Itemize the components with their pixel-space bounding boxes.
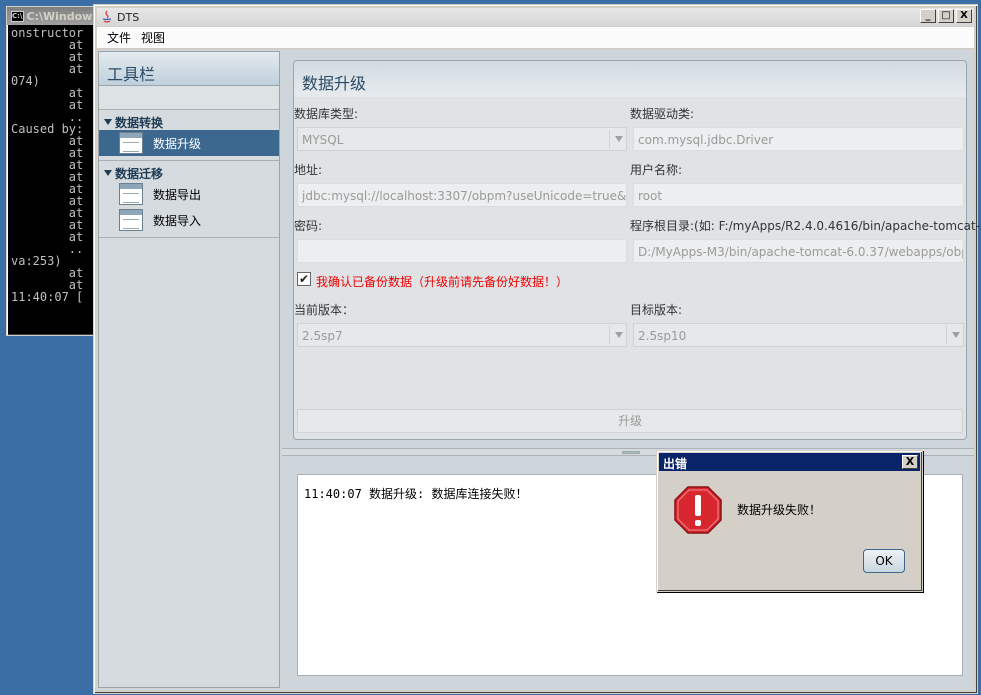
db-type-label: 数据库类型: xyxy=(294,107,359,121)
backup-label[interactable]: 我确认已备份数据（升级前请先备份好数据！） xyxy=(316,273,568,290)
table-icon xyxy=(119,183,143,205)
error-icon xyxy=(674,486,722,534)
address-field[interactable]: jdbc:mysql://localhost:3307/obpm?useUnic… xyxy=(297,183,627,207)
main-content: 工具栏 数据转换 数据升级 数据迁移 数据导出 数据导入 数据升级 数据库类型:… xyxy=(97,50,981,690)
sidebar-item-data-export[interactable]: 数据导出 xyxy=(99,181,279,207)
root-dir-field[interactable]: D:/MyApps-M3/bin/apache-tomcat-6.0.37/we… xyxy=(633,239,964,263)
java-icon xyxy=(102,10,112,23)
group-data-conversion: 数据转换 数据升级 xyxy=(99,114,279,161)
sidebar-item-label: 数据导入 xyxy=(153,213,202,228)
ok-button[interactable]: OK xyxy=(863,549,905,573)
error-dialog: 出错 X 数据升级失败！ OK xyxy=(656,450,923,592)
password-field[interactable] xyxy=(297,239,627,263)
console-output: onstructor at at at 074) at at .. Caused b… xyxy=(7,25,101,331)
db-type-select[interactable]: MYSQL xyxy=(297,127,627,151)
db-type-value: MYSQL xyxy=(302,133,344,147)
group-data-migration: 数据迁移 数据导出 数据导入 xyxy=(99,165,279,238)
dialog-close-button[interactable]: X xyxy=(902,455,918,469)
sidebar: 工具栏 数据转换 数据升级 数据迁移 数据导出 数据导入 xyxy=(98,51,280,688)
sidebar-header: 工具栏 xyxy=(99,52,279,86)
current-version-label: 当前版本： xyxy=(294,303,355,317)
target-version-label: 目标版本: xyxy=(630,303,683,317)
minimize-button[interactable]: _ xyxy=(920,9,936,23)
root-dir-label: 程序根目录:(如: F:/myApps/R2.4.0.4616/bin/apac… xyxy=(630,219,981,233)
chevron-down-icon xyxy=(615,136,623,142)
driver-label: 数据驱动类: xyxy=(630,107,695,121)
group-header-conversion[interactable]: 数据转换 xyxy=(99,114,279,130)
password-label: 密码: xyxy=(294,219,323,233)
group-label: 数据迁移 xyxy=(115,166,164,181)
menu-file[interactable]: 文件 xyxy=(107,29,131,46)
combo-separator xyxy=(946,326,947,344)
dialog-title: 出错 xyxy=(663,457,688,471)
window-titlebar[interactable]: DTS _ □ X xyxy=(97,8,974,26)
splitter-grip-icon[interactable] xyxy=(622,451,640,454)
current-version-value: 2.5sp7 xyxy=(302,329,343,343)
collapse-triangle-icon xyxy=(104,170,112,176)
window-title: DTS xyxy=(117,10,140,24)
sidebar-spacer xyxy=(99,86,279,110)
console-line: 11:40:07 [ xyxy=(11,290,84,304)
backup-checkbox[interactable]: ✔ xyxy=(297,272,311,286)
sidebar-item-data-upgrade[interactable]: 数据升级 xyxy=(99,130,279,156)
menu-view[interactable]: 视图 xyxy=(141,29,165,46)
sidebar-item-label: 数据升级 xyxy=(153,136,202,151)
chevron-down-icon xyxy=(952,332,960,338)
driver-field[interactable]: com.mysql.jdbc.Driver xyxy=(633,127,964,151)
combo-separator xyxy=(609,326,610,344)
console-window[interactable]: C:\ C:\Windows onstructor at at at 074) a… xyxy=(6,6,102,336)
maximize-button[interactable]: □ xyxy=(938,9,954,23)
group-header-migration[interactable]: 数据迁移 xyxy=(99,165,279,181)
sidebar-item-label: 数据导出 xyxy=(153,187,202,202)
collapse-triangle-icon xyxy=(104,119,112,125)
chevron-down-icon xyxy=(615,332,623,338)
target-version-select[interactable]: 2.5sp10 xyxy=(633,323,964,347)
dialog-titlebar[interactable]: 出错 X xyxy=(659,453,920,471)
table-icon xyxy=(119,132,143,154)
console-title: C:\Windows xyxy=(26,9,99,23)
console-titlebar[interactable]: C:\ C:\Windows xyxy=(7,7,101,25)
username-field[interactable]: root xyxy=(633,183,964,207)
dialog-message: 数据升级失败！ xyxy=(737,503,822,517)
target-version-value: 2.5sp10 xyxy=(638,329,687,343)
sidebar-item-data-import[interactable]: 数据导入 xyxy=(99,207,279,233)
address-label: 地址: xyxy=(294,163,323,177)
close-button[interactable]: X xyxy=(956,9,972,23)
menu-bar: 文件 视图 xyxy=(97,27,974,49)
upgrade-form-panel: 数据升级 数据库类型: MYSQL 数据驱动类: com.mysql.jdbc.… xyxy=(293,60,981,440)
console-icon: C:\ xyxy=(11,10,24,22)
upgrade-button[interactable]: 升级 xyxy=(297,409,963,433)
table-icon xyxy=(119,209,143,231)
group-label: 数据转换 xyxy=(115,115,164,130)
current-version-select[interactable]: 2.5sp7 xyxy=(297,323,627,347)
combo-separator xyxy=(609,130,610,148)
username-label: 用户名称: xyxy=(630,163,683,177)
panel-title: 数据升级 xyxy=(294,61,966,97)
